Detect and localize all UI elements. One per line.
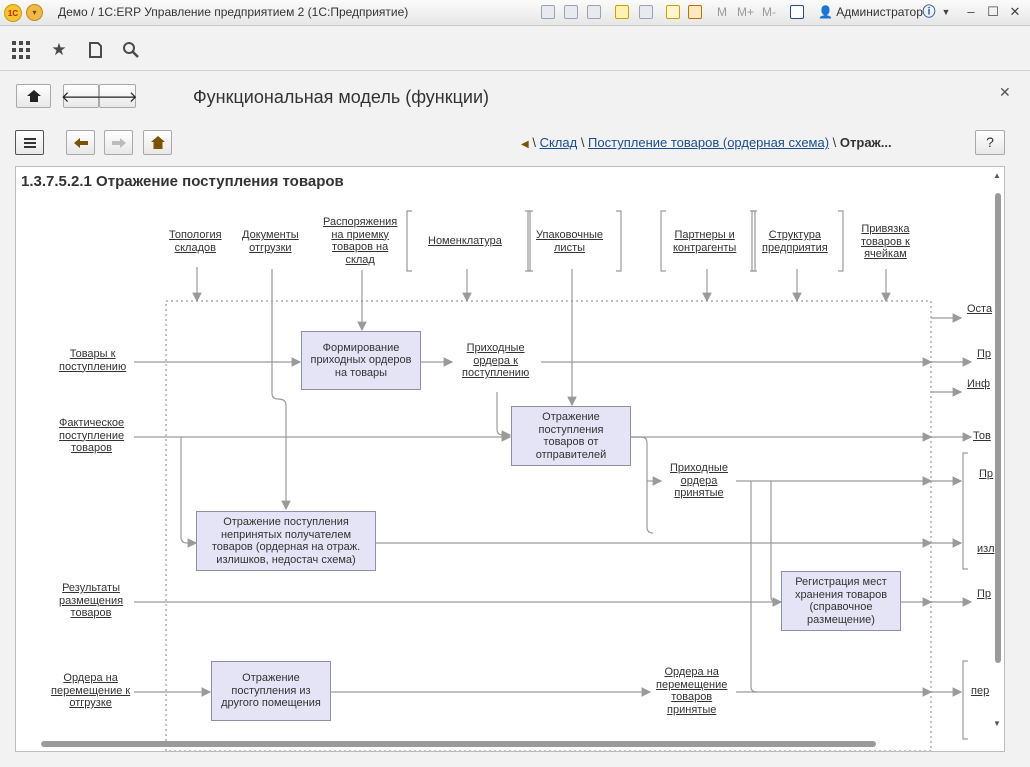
calculator-icon[interactable] bbox=[666, 5, 680, 19]
menu-list-button[interactable] bbox=[15, 130, 44, 155]
output-label-8[interactable]: пер bbox=[971, 685, 989, 697]
chevron-down-icon[interactable]: ▼ bbox=[937, 3, 955, 21]
control-shipping-docs[interactable]: Документы отгрузки bbox=[242, 229, 299, 254]
navigation-toolbar bbox=[0, 27, 1030, 71]
forward-button[interactable]: 🡒 bbox=[97, 84, 138, 108]
panels-icon[interactable] bbox=[790, 5, 804, 19]
vertical-scrollbar[interactable]: ▲ ▼ bbox=[993, 171, 1003, 741]
scroll-up-icon[interactable]: ▲ bbox=[993, 171, 1001, 180]
main-menu-button[interactable]: ▾ bbox=[26, 4, 43, 21]
input-actual-receipt[interactable]: Фактическое поступление товаров bbox=[59, 417, 124, 455]
breadcrumb: ◀ \ Склад \ Поступление товаров (ордерна… bbox=[521, 135, 892, 150]
link-icon[interactable] bbox=[639, 5, 653, 19]
memory-plus-button[interactable]: M+ bbox=[737, 5, 754, 19]
function-receipt-other-room[interactable]: Отражение поступления из другого помещен… bbox=[211, 661, 331, 721]
help-button[interactable]: ? bbox=[975, 130, 1005, 155]
function-storage-registration[interactable]: Регистрация мест хранения товаров (справ… bbox=[781, 571, 901, 631]
info-icon[interactable]: ⓘ bbox=[920, 3, 938, 21]
home-button[interactable] bbox=[16, 84, 51, 108]
arrow-receipt-orders-accepted[interactable]: Приходные ордера принятые bbox=[670, 462, 728, 500]
history-icon[interactable] bbox=[85, 40, 105, 60]
favorites-star-icon[interactable]: ★ bbox=[49, 40, 69, 60]
control-partners[interactable]: Партнеры и контрагенты bbox=[673, 229, 736, 254]
control-topology[interactable]: Топология складов bbox=[169, 229, 222, 254]
back-button[interactable]: 🡐 bbox=[61, 84, 101, 108]
function-unaccepted-goods[interactable]: Отражение поступления непринятых получат… bbox=[196, 511, 376, 571]
output-label-4[interactable]: Тов bbox=[973, 430, 991, 442]
output-label-3[interactable]: Инф bbox=[967, 378, 990, 390]
calendar-icon[interactable] bbox=[688, 5, 702, 19]
minimize-button[interactable]: – bbox=[962, 3, 980, 21]
memory-minus-button[interactable]: M- bbox=[762, 5, 776, 19]
current-user[interactable]: 👤 Администратор bbox=[818, 5, 923, 19]
preview-icon[interactable] bbox=[587, 5, 601, 19]
control-cell-binding[interactable]: Привязка товаров к ячейкам bbox=[861, 223, 910, 261]
control-receiving-orders[interactable]: Распоряжения на приемку товаров на склад bbox=[323, 216, 397, 266]
output-label-7[interactable]: Пр bbox=[977, 588, 991, 600]
function-receipt-from-senders[interactable]: Отражение поступления товаров от отправи… bbox=[511, 406, 631, 466]
diagram-home-button[interactable] bbox=[143, 130, 172, 155]
output-label-6[interactable]: изл bbox=[977, 543, 994, 555]
horizontal-scroll-thumb[interactable] bbox=[41, 741, 876, 747]
user-icon: 👤 bbox=[818, 5, 833, 19]
arrow-receipt-orders-to-receive[interactable]: Приходные ордера к поступлению bbox=[462, 342, 529, 380]
scroll-down-icon[interactable]: ▼ bbox=[993, 719, 1001, 728]
function-form-receipt-orders[interactable]: Формирование приходных ордеров на товары bbox=[301, 331, 421, 390]
memory-button[interactable]: M bbox=[717, 5, 727, 19]
input-goods-to-receive[interactable]: Товары к поступлению bbox=[59, 348, 126, 373]
save-icon[interactable] bbox=[541, 5, 555, 19]
output-label-1[interactable]: Оста bbox=[967, 303, 992, 315]
search-icon[interactable] bbox=[121, 40, 141, 60]
breadcrumb-link-postuplenie[interactable]: Поступление товаров (ордерная схема) bbox=[588, 135, 829, 150]
control-structure[interactable]: Структура предприятия bbox=[762, 229, 828, 254]
control-packing-lists[interactable]: Упаковочные листы bbox=[536, 229, 603, 254]
vertical-scroll-thumb[interactable] bbox=[995, 193, 1001, 663]
print-icon[interactable] bbox=[564, 5, 578, 19]
arrow-transfer-orders-accepted[interactable]: Ордера на перемещение товаров принятые bbox=[656, 666, 727, 716]
apps-grid-icon[interactable] bbox=[11, 40, 31, 60]
diagram-back-button[interactable] bbox=[66, 130, 95, 155]
output-label-5[interactable]: Пр bbox=[979, 468, 993, 480]
diagram-panel: 1.3.7.5.2.1 Отражение поступления товаро… bbox=[15, 166, 1005, 752]
input-transfer-orders[interactable]: Ордера на перемещение к отгрузке bbox=[51, 672, 130, 710]
breadcrumb-back-icon[interactable]: ◀ bbox=[521, 139, 529, 150]
close-window-button[interactable]: ✕ bbox=[1006, 3, 1024, 21]
output-label-2[interactable]: Пр bbox=[977, 348, 991, 360]
form-title: Функциональная модель (функции) bbox=[193, 87, 490, 107]
breadcrumb-link-sklad[interactable]: Склад bbox=[540, 135, 578, 150]
favorite-icon[interactable] bbox=[615, 5, 629, 19]
breadcrumb-current: Отраж... bbox=[839, 135, 892, 150]
window-titlebar: 1С ▾ Демо / 1С:ERP Управление предприяти… bbox=[0, 0, 1030, 26]
1c-logo-icon: 1С bbox=[4, 4, 22, 22]
maximize-button[interactable]: ☐ bbox=[984, 3, 1002, 21]
diagram-forward-button[interactable] bbox=[104, 130, 133, 155]
window-title: Демо / 1С:ERP Управление предприятием 2 … bbox=[58, 5, 409, 19]
input-placement-results[interactable]: Результаты размещения товаров bbox=[59, 582, 123, 620]
horizontal-scrollbar[interactable] bbox=[36, 739, 991, 749]
close-form-button[interactable]: ✕ bbox=[999, 84, 1011, 101]
control-nomenclature[interactable]: Номенклатура bbox=[428, 235, 502, 248]
user-name: Администратор bbox=[836, 5, 923, 19]
